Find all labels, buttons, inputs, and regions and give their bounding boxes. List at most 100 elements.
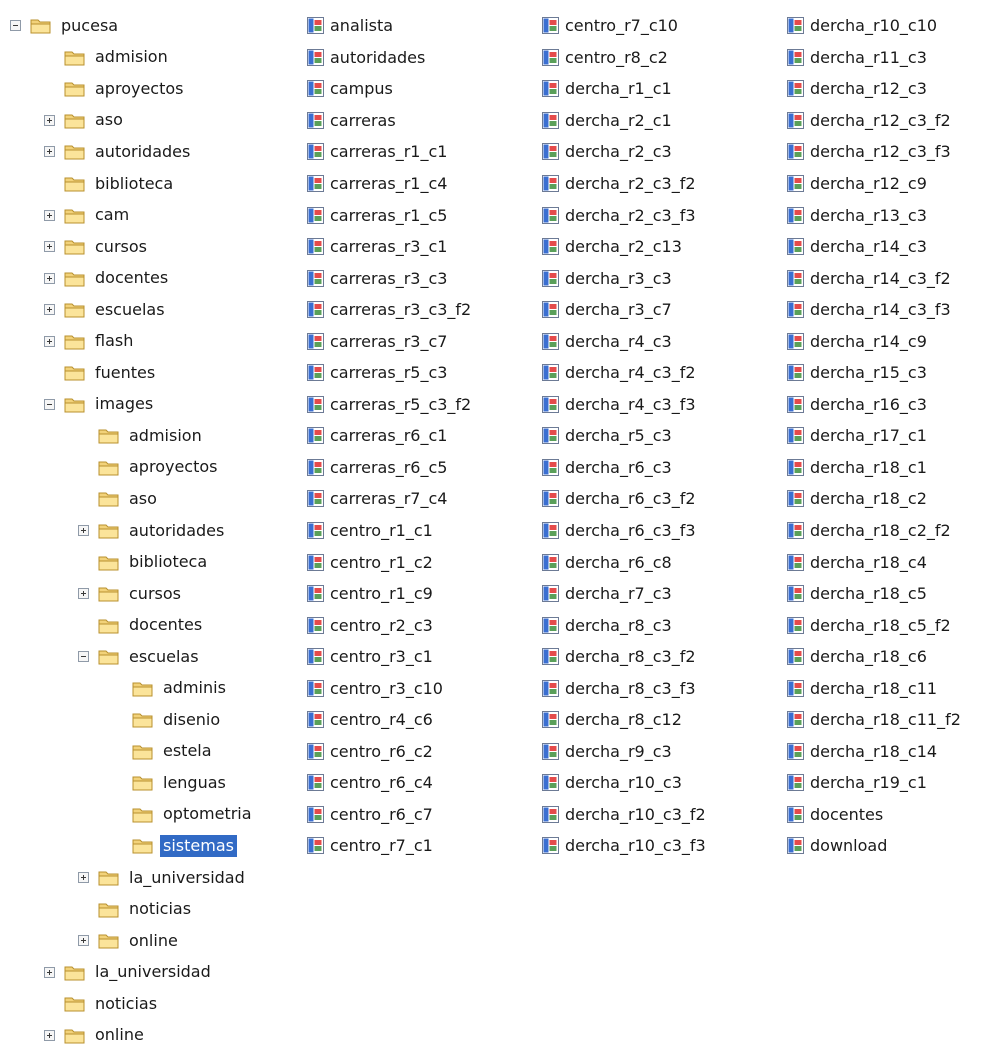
file-item[interactable]: dercha_r2_c3_f2 [541, 168, 706, 200]
tree-node-label[interactable]: la_universidad [126, 867, 248, 889]
tree-node-adminis[interactable]: adminis [10, 672, 300, 704]
file-item[interactable]: carreras_r6_c5 [306, 452, 471, 484]
file-item[interactable]: dercha_r18_c14 [786, 736, 961, 768]
file-item[interactable]: dercha_r6_c3_f3 [541, 515, 706, 547]
tree-node-label[interactable]: fuentes [92, 362, 158, 384]
expand-plus-icon[interactable] [44, 966, 55, 978]
file-item[interactable]: carreras_r3_c3 [306, 262, 471, 294]
tree-node-online[interactable]: online [10, 925, 300, 957]
file-item[interactable]: centro_r7_c1 [306, 830, 471, 862]
file-item[interactable]: dercha_r3_c7 [541, 294, 706, 326]
expand-plus-icon[interactable] [44, 1029, 55, 1041]
tree-node-label[interactable]: admision [126, 425, 205, 447]
tree-node-label[interactable]: aso [92, 109, 126, 131]
file-item[interactable]: dercha_r2_c3 [541, 136, 706, 168]
expand-plus-icon[interactable] [44, 304, 55, 316]
tree-node-cursos[interactable]: cursos [10, 231, 300, 263]
file-item[interactable]: dercha_r18_c1 [786, 452, 961, 484]
file-item[interactable]: dercha_r17_c1 [786, 420, 961, 452]
tree-node-label[interactable]: optometria [160, 803, 255, 825]
tree-node-label[interactable]: admision [92, 46, 171, 68]
expand-plus-icon[interactable] [78, 935, 89, 947]
tree-node-label[interactable]: disenio [160, 709, 223, 731]
file-item[interactable]: dercha_r18_c11_f2 [786, 704, 961, 736]
tree-node-admision[interactable]: admision [10, 42, 300, 74]
file-item[interactable]: dercha_r4_c3_f3 [541, 389, 706, 421]
file-item[interactable]: dercha_r3_c3 [541, 262, 706, 294]
tree-node-label[interactable]: autoridades [126, 520, 227, 542]
file-item[interactable]: centro_r1_c9 [306, 578, 471, 610]
tree-node-aproyectos[interactable]: aproyectos [10, 452, 300, 484]
file-item[interactable]: dercha_r12_c9 [786, 168, 961, 200]
file-item[interactable]: dercha_r10_c3 [541, 767, 706, 799]
file-item[interactable]: carreras_r1_c1 [306, 136, 471, 168]
file-item[interactable]: dercha_r8_c3_f2 [541, 641, 706, 673]
file-item[interactable]: dercha_r10_c10 [786, 10, 961, 42]
file-item[interactable]: carreras_r7_c4 [306, 483, 471, 515]
file-item[interactable]: dercha_r18_c2_f2 [786, 515, 961, 547]
file-item[interactable]: dercha_r18_c5_f2 [786, 609, 961, 641]
tree-node-escuelas[interactable]: escuelas [10, 641, 300, 673]
file-item[interactable]: carreras_r1_c5 [306, 199, 471, 231]
file-item[interactable]: carreras_r6_c1 [306, 420, 471, 452]
file-item[interactable]: dercha_r14_c9 [786, 325, 961, 357]
tree-node-cam[interactable]: cam [10, 199, 300, 231]
tree-node-label[interactable]: online [126, 930, 181, 952]
collapse-minus-icon[interactable] [78, 651, 89, 663]
file-item[interactable]: dercha_r6_c8 [541, 546, 706, 578]
tree-node-label[interactable]: cam [92, 204, 132, 226]
file-item[interactable]: dercha_r18_c6 [786, 641, 961, 673]
file-item[interactable]: carreras [306, 105, 471, 137]
tree-node-label[interactable]: biblioteca [126, 551, 210, 573]
tree-node-label[interactable]: flash [92, 330, 136, 352]
expand-plus-icon[interactable] [44, 335, 55, 347]
tree-node-label[interactable]: cursos [92, 236, 150, 258]
tree-node-label[interactable]: aproyectos [126, 456, 220, 478]
file-item[interactable]: dercha_r7_c3 [541, 578, 706, 610]
file-item[interactable]: centro_r4_c6 [306, 704, 471, 736]
tree-node-label[interactable]: pucesa [58, 15, 121, 37]
file-item[interactable]: autoridades [306, 42, 471, 74]
file-item[interactable]: dercha_r8_c3 [541, 609, 706, 641]
file-item[interactable]: carreras_r5_c3_f2 [306, 389, 471, 421]
tree-node-label[interactable]: la_universidad [92, 961, 214, 983]
tree-node-noticias[interactable]: noticias [10, 988, 300, 1020]
expand-plus-icon[interactable] [78, 872, 89, 884]
tree-node-admision[interactable]: admision [10, 420, 300, 452]
tree-node-aso[interactable]: aso [10, 105, 300, 137]
file-item[interactable]: centro_r3_c1 [306, 641, 471, 673]
file-item[interactable]: centro_r1_c2 [306, 546, 471, 578]
file-item[interactable]: carreras_r1_c4 [306, 168, 471, 200]
file-item[interactable]: dercha_r9_c3 [541, 736, 706, 768]
file-item[interactable]: dercha_r11_c3 [786, 42, 961, 74]
file-item[interactable]: dercha_r12_c3 [786, 73, 961, 105]
tree-node-autoridades[interactable]: autoridades [10, 515, 300, 547]
expand-plus-icon[interactable] [44, 146, 55, 158]
tree-node-la_universidad[interactable]: la_universidad [10, 956, 300, 988]
tree-node-disenio[interactable]: disenio [10, 704, 300, 736]
file-item[interactable]: dercha_r2_c1 [541, 105, 706, 137]
file-item[interactable]: centro_r6_c7 [306, 799, 471, 831]
tree-node-optometria[interactable]: optometria [10, 799, 300, 831]
file-item[interactable]: carreras_r3_c7 [306, 325, 471, 357]
expand-plus-icon[interactable] [44, 114, 55, 126]
tree-node-label[interactable]: docentes [126, 614, 205, 636]
tree-node-docentes[interactable]: docentes [10, 262, 300, 294]
file-item[interactable]: dercha_r5_c3 [541, 420, 706, 452]
expand-plus-icon[interactable] [78, 588, 89, 600]
file-item[interactable]: dercha_r2_c3_f3 [541, 199, 706, 231]
tree-node-label[interactable]: docentes [92, 267, 171, 289]
file-item[interactable]: dercha_r16_c3 [786, 389, 961, 421]
tree-node-label[interactable]: cursos [126, 583, 184, 605]
file-item[interactable]: docentes [786, 799, 961, 831]
file-item[interactable]: dercha_r14_c3_f2 [786, 262, 961, 294]
tree-node-label[interactable]: escuelas [92, 299, 168, 321]
tree-node-label[interactable]: escuelas [126, 646, 202, 668]
file-item[interactable]: dercha_r12_c3_f2 [786, 105, 961, 137]
file-item[interactable]: carreras_r3_c1 [306, 231, 471, 263]
tree-node-estela[interactable]: estela [10, 736, 300, 768]
tree-node-images[interactable]: images [10, 389, 300, 421]
file-item[interactable]: centro_r3_c10 [306, 672, 471, 704]
file-item[interactable]: dercha_r18_c4 [786, 546, 961, 578]
file-item[interactable]: dercha_r18_c11 [786, 672, 961, 704]
